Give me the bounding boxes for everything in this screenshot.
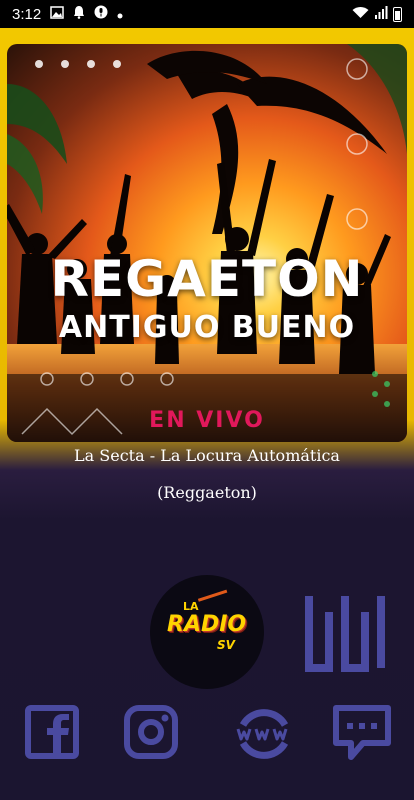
party-silhouette-image [7,44,407,442]
website-icon[interactable] [235,705,293,767]
battery-icon [393,6,402,22]
logo-antenna [197,589,231,611]
signal-icon [374,6,388,22]
image-icon [50,5,64,23]
live-label: EN VIVO [149,408,265,433]
logo-radio-text: RADIO [167,612,247,637]
cover-title-line2: ANTIGUO BUENO [58,310,356,345]
bell-icon [73,5,85,23]
station-logo-art: LA RADIO SV [165,589,249,658]
song-genre: (Reggaeton) [157,483,257,502]
instagram-icon[interactable] [124,705,178,763]
chat-icon[interactable] [333,705,391,767]
facebook-icon[interactable] [25,705,79,763]
dot-icon [117,6,123,23]
status-bar: 3:12 [0,0,414,28]
album-cover: REGAETON ANTIGUO BUENO EN VIVO [7,44,407,442]
equalizer-icon[interactable] [305,592,385,676]
podcast-icon [94,5,108,23]
logo-sv-text: SV [217,638,235,652]
cover-title-line1: REGAETON [50,250,364,308]
clock: 3:12 [12,5,42,23]
song-title: La Secta - La Locura Automática [74,446,340,465]
station-logo[interactable]: LA RADIO SV [150,575,264,689]
wifi-icon [352,6,369,22]
